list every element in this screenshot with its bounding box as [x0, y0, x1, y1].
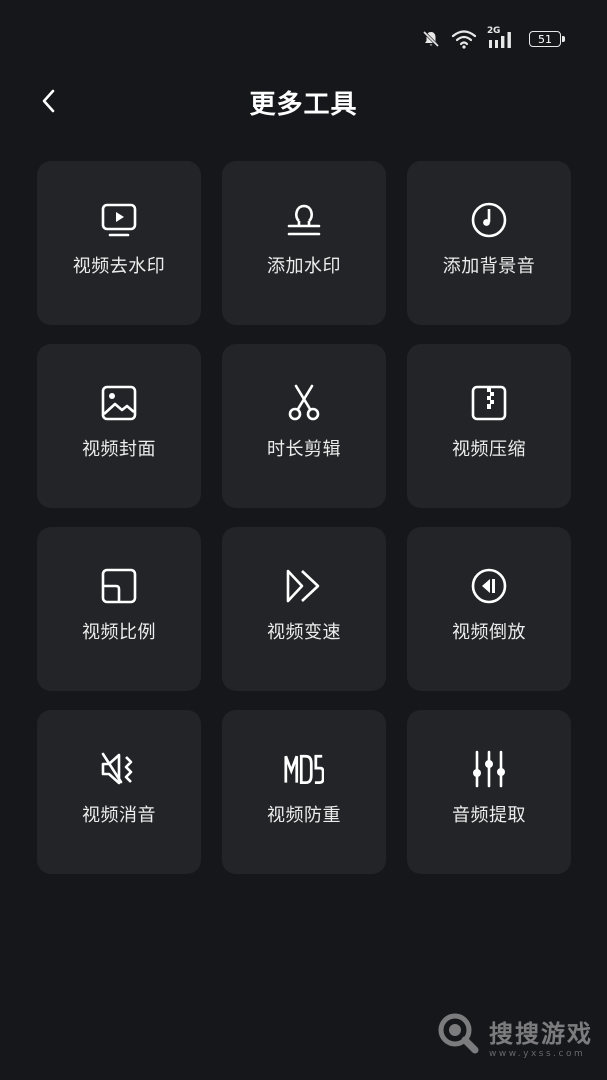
tool-video-compress[interactable]: 视频压缩 [407, 344, 571, 508]
battery-level: 51 [538, 32, 552, 46]
cellular-signal-icon: 2G [487, 26, 517, 50]
zip-file-icon [469, 383, 509, 423]
tool-label: 视频压缩 [452, 439, 526, 460]
watermark-url: www.yxss.com [489, 1048, 586, 1059]
tool-add-background-music[interactable]: 添加背景音 [407, 161, 571, 325]
bell-muted-icon [421, 29, 441, 49]
tool-label: 视频防重 [267, 805, 341, 826]
tool-grid: 视频去水印 添加水印 添加背景音 视频封面 时长剪辑 视频压缩 视频比例 视频变… [37, 161, 571, 874]
tool-add-watermark[interactable]: 添加水印 [222, 161, 386, 325]
watermark-title: 搜搜游戏 [489, 1019, 593, 1048]
md5-icon [284, 749, 324, 789]
tool-label: 视频比例 [82, 622, 156, 643]
tool-label: 添加水印 [267, 256, 341, 277]
tool-video-watermark-removal[interactable]: 视频去水印 [37, 161, 201, 325]
tool-audio-extract[interactable]: 音频提取 [407, 710, 571, 874]
tool-video-dedup[interactable]: 视频防重 [222, 710, 386, 874]
tool-label: 视频封面 [82, 439, 156, 460]
tool-label: 添加背景音 [442, 256, 536, 277]
header: 更多工具 [0, 74, 607, 130]
site-watermark: 搜搜游戏 www.yxss.com [437, 1012, 593, 1060]
tool-label: 视频消音 [82, 805, 156, 826]
music-disc-icon [469, 200, 509, 240]
page-title: 更多工具 [249, 90, 358, 120]
tool-video-mute[interactable]: 视频消音 [37, 710, 201, 874]
tool-label: 视频去水印 [72, 256, 166, 277]
battery-icon: 51 [529, 31, 565, 47]
image-icon [99, 383, 139, 423]
video-play-screen-icon [99, 200, 139, 240]
tool-video-reverse[interactable]: 视频倒放 [407, 527, 571, 691]
fast-forward-icon [284, 566, 324, 606]
equalizer-sliders-icon [469, 749, 509, 789]
tool-video-cover[interactable]: 视频封面 [37, 344, 201, 508]
status-bar: 2G 51 [421, 24, 565, 54]
speaker-mute-icon [99, 749, 139, 789]
wifi-icon [451, 29, 477, 49]
magnifier-logo-icon [437, 1012, 481, 1060]
tool-duration-trim[interactable]: 时长剪辑 [222, 344, 386, 508]
scissors-icon [284, 383, 324, 423]
stamp-icon [284, 200, 324, 240]
tool-video-ratio[interactable]: 视频比例 [37, 527, 201, 691]
tool-label: 视频变速 [267, 622, 341, 643]
reverse-play-icon [469, 566, 509, 606]
tool-label: 时长剪辑 [267, 439, 341, 460]
aspect-ratio-icon [99, 566, 139, 606]
tool-label: 音频提取 [452, 805, 526, 826]
tool-video-speed[interactable]: 视频变速 [222, 527, 386, 691]
tool-label: 视频倒放 [452, 622, 526, 643]
